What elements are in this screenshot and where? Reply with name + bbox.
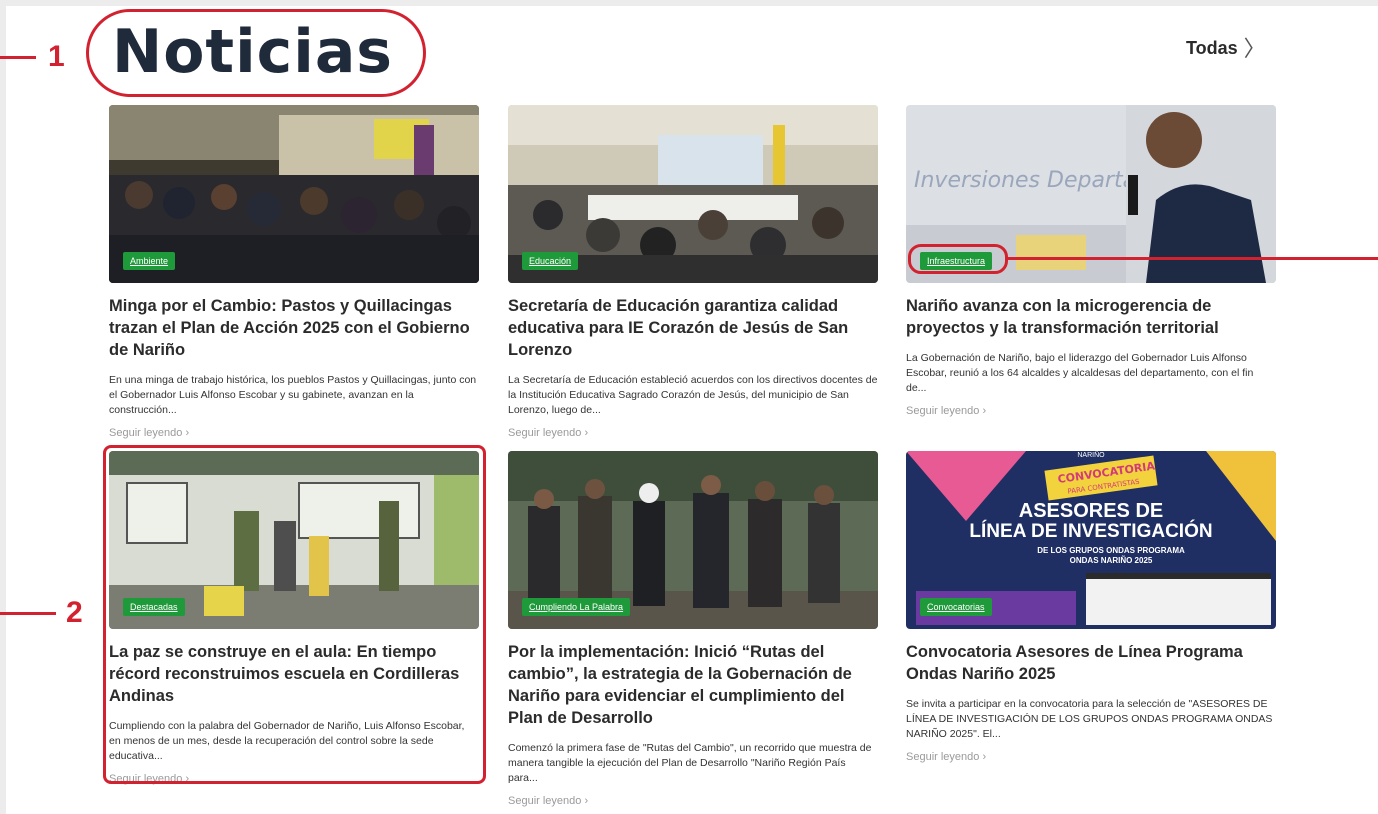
- news-card[interactable]: CONVOCATORIA PARA CONTRATISTAS ASESORES …: [906, 451, 1276, 763]
- news-excerpt: En una minga de trabajo histórica, los p…: [109, 374, 477, 416]
- window-frame-top: [0, 0, 1378, 6]
- read-more-link[interactable]: Seguir leyendo ›: [906, 751, 1276, 763]
- poster-top: NARIÑO: [1077, 451, 1105, 459]
- news-title[interactable]: Por la implementación: Inició “Rutas del…: [508, 641, 878, 729]
- news-title[interactable]: Nariño avanza con la microgerencia de pr…: [906, 295, 1276, 339]
- read-more-link[interactable]: Seguir leyendo ›: [109, 427, 479, 439]
- read-more-link[interactable]: Seguir leyendo ›: [508, 795, 878, 807]
- news-card[interactable]: Educación Secretaría de Educación garant…: [508, 105, 878, 439]
- news-excerpt: Se invita a participar en la convocatori…: [906, 698, 1273, 740]
- news-title[interactable]: Secretaría de Educación garantiza calida…: [508, 295, 878, 361]
- annotation-line-right: [1008, 257, 1378, 260]
- poster-line4: ONDAS NARIÑO 2025: [1070, 556, 1153, 565]
- news-card[interactable]: Ambiente Minga por el Cambio: Pastos y Q…: [109, 105, 479, 439]
- category-badge[interactable]: Convocatorias: [920, 598, 992, 616]
- annotation-number-2: 2: [66, 596, 83, 629]
- category-badge[interactable]: Cumpliendo La Palabra: [522, 598, 631, 616]
- annotation-line-1: [0, 56, 36, 59]
- annotation-number-1: 1: [48, 40, 65, 73]
- news-title[interactable]: Minga por el Cambio: Pastos y Quillacing…: [109, 295, 479, 361]
- category-badge[interactable]: Educación: [522, 252, 579, 270]
- chevron-right-icon: 〉: [1243, 35, 1266, 61]
- news-excerpt: La Gobernación de Nariño, bajo el lidera…: [906, 352, 1254, 394]
- poster-line3: DE LOS GRUPOS ONDAS PROGRAMA: [1037, 546, 1185, 555]
- poster-line2: LÍNEA DE INVESTIGACIÓN: [969, 520, 1212, 542]
- news-thumbnail[interactable]: Ambiente: [109, 105, 479, 283]
- news-excerpt: Comenzó la primera fase de "Rutas del Ca…: [508, 742, 872, 784]
- category-badge[interactable]: Ambiente: [123, 252, 176, 270]
- all-news-label: Todas: [1186, 38, 1238, 58]
- poster-line1: ASESORES DE: [1019, 500, 1163, 522]
- all-news-link[interactable]: Todas 〉: [1186, 35, 1266, 61]
- news-thumbnail[interactable]: Cumpliendo La Palabra: [508, 451, 878, 629]
- news-excerpt: La Secretaría de Educación estableció ac…: [508, 374, 878, 416]
- annotation-line-2: [0, 612, 56, 615]
- badge-highlight-ring: [908, 244, 1008, 274]
- news-card[interactable]: Cumpliendo La Palabra Por la implementac…: [508, 451, 878, 807]
- news-thumbnail[interactable]: CONVOCATORIA PARA CONTRATISTAS ASESORES …: [906, 451, 1276, 629]
- read-more-link[interactable]: Seguir leyendo ›: [906, 405, 1276, 417]
- window-frame-left: [0, 0, 6, 814]
- title-highlight-ring: [86, 9, 426, 97]
- news-title[interactable]: Convocatoria Asesores de Línea Programa …: [906, 641, 1276, 685]
- card-highlight-box: [103, 445, 486, 784]
- news-thumbnail[interactable]: Educación: [508, 105, 878, 283]
- read-more-link[interactable]: Seguir leyendo ›: [508, 427, 878, 439]
